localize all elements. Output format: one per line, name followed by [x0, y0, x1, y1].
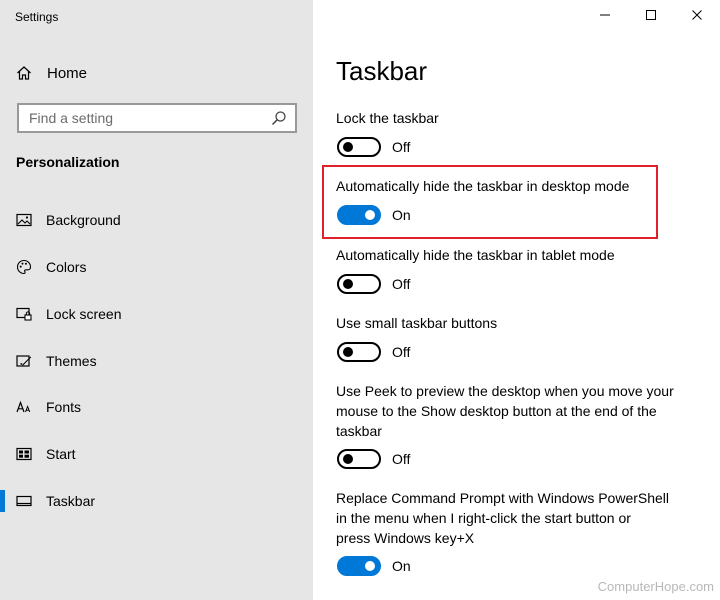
- sidebar-item-label: Start: [46, 446, 76, 462]
- window-title: Settings: [15, 10, 59, 24]
- sidebar-item-start[interactable]: Start: [0, 437, 313, 471]
- home-label: Home: [47, 64, 88, 82]
- setting-label-small-buttons: Use small taskbar buttons: [336, 315, 498, 331]
- toggle-knob: [343, 142, 353, 152]
- toggle-state: Off: [392, 139, 411, 155]
- sidebar-item-taskbar[interactable]: Taskbar: [0, 484, 313, 518]
- sidebar-item-label: Colors: [46, 259, 87, 275]
- start-icon: [16, 446, 32, 462]
- setting-label-lock-taskbar: Lock the taskbar: [336, 110, 439, 126]
- setting-label-line: Use Peek to preview the desktop when you…: [336, 383, 674, 399]
- sidebar-item-background[interactable]: Background: [0, 203, 313, 237]
- toggle-lock-taskbar[interactable]: [337, 137, 381, 157]
- sidebar-item-lock-screen[interactable]: Lock screen: [0, 297, 313, 331]
- setting-label-line: taskbar: [336, 423, 382, 439]
- search-input[interactable]: [29, 110, 271, 126]
- toggle-knob: [365, 210, 375, 220]
- palette-icon: [16, 259, 32, 275]
- toggle-row-hide-tablet: Off: [337, 274, 410, 294]
- setting-label-hide-tablet: Automatically hide the taskbar in tablet…: [336, 247, 615, 263]
- toggle-powershell[interactable]: [337, 556, 381, 576]
- toggle-state: Off: [392, 451, 411, 467]
- toggle-knob: [343, 454, 353, 464]
- setting-label-line: mouse to the Show desktop button at the …: [336, 403, 657, 419]
- page-title: Taskbar: [336, 56, 428, 86]
- toggle-row-small-buttons: Off: [337, 342, 410, 362]
- close-button[interactable]: [674, 6, 720, 28]
- sidebar-item-label: Background: [46, 212, 121, 228]
- sidebar-item-label: Fonts: [46, 399, 82, 415]
- sidebar-item-themes[interactable]: Themes: [0, 344, 313, 378]
- picture-icon: [16, 212, 32, 228]
- section-title: Personalization: [16, 154, 120, 170]
- taskbar-icon: [16, 493, 32, 509]
- sidebar-item-colors[interactable]: Colors: [0, 250, 313, 284]
- toggle-hide-desktop[interactable]: [337, 205, 381, 225]
- window-controls: [582, 6, 720, 28]
- maximize-icon: [645, 8, 657, 26]
- home-link[interactable]: Home: [16, 62, 87, 84]
- search-box[interactable]: [17, 103, 297, 133]
- sidebar-item-label: Lock screen: [46, 306, 122, 322]
- fonts-icon: [16, 399, 32, 415]
- minimize-icon: [599, 8, 611, 26]
- watermark: ComputerHope.com: [597, 579, 714, 594]
- toggle-row-powershell: On: [337, 556, 411, 576]
- toggle-state: On: [392, 558, 411, 574]
- search-icon[interactable]: [271, 110, 287, 126]
- toggle-state: On: [392, 207, 411, 223]
- sidebar-item-label: Taskbar: [46, 493, 96, 509]
- toggle-row-lock-taskbar: Off: [337, 137, 410, 157]
- toggle-row-hide-desktop: On: [337, 205, 411, 225]
- sidebar-item-label: Themes: [46, 353, 97, 369]
- maximize-button[interactable]: [628, 6, 674, 28]
- setting-label-line: press Windows key+X: [336, 530, 475, 546]
- toggle-state: Off: [392, 344, 411, 360]
- minimize-button[interactable]: [582, 6, 628, 28]
- toggle-hide-tablet[interactable]: [337, 274, 381, 294]
- toggle-state: Off: [392, 276, 411, 292]
- toggle-knob: [343, 347, 353, 357]
- sidebar: Settings Home Personalization Background…: [0, 0, 313, 600]
- close-icon: [691, 8, 703, 26]
- home-icon: [16, 65, 32, 81]
- setting-label-line: Replace Command Prompt with Windows Powe…: [336, 490, 670, 506]
- toggle-knob: [365, 561, 375, 571]
- toggle-small-buttons[interactable]: [337, 342, 381, 362]
- toggle-row-peek: Off: [337, 449, 410, 469]
- setting-label-hide-desktop: Automatically hide the taskbar in deskto…: [336, 178, 630, 194]
- lock-screen-icon: [16, 306, 32, 322]
- themes-icon: [16, 353, 32, 369]
- toggle-peek[interactable]: [337, 449, 381, 469]
- toggle-knob: [343, 279, 353, 289]
- setting-label-peek: Use Peek to preview the desktop when you…: [336, 381, 674, 441]
- sidebar-item-fonts[interactable]: Fonts: [0, 390, 313, 424]
- setting-label-powershell: Replace Command Prompt with Windows Powe…: [336, 488, 669, 548]
- selection-indicator: [0, 490, 5, 512]
- setting-label-line: in the menu when I right-click the start…: [336, 510, 631, 526]
